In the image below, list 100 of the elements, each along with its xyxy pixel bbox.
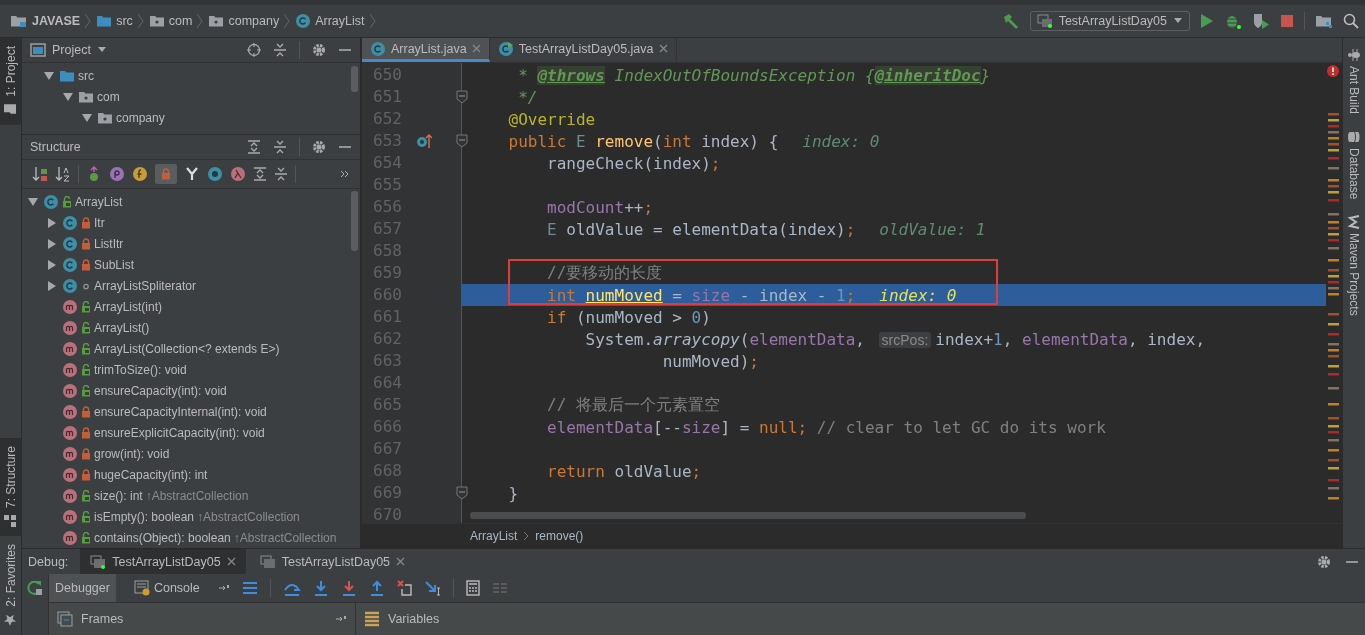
step-into-icon[interactable] <box>312 580 329 596</box>
tree-item[interactable]: company <box>116 110 165 125</box>
expand-arrow-icon[interactable] <box>46 216 58 229</box>
tree-item[interactable]: trimToSize(): void <box>94 362 187 377</box>
tree-item[interactable]: SubList <box>94 257 135 272</box>
tree-item[interactable]: ensureCapacity(int): void <box>94 383 227 398</box>
sort-alphabetically-icon[interactable] <box>55 166 71 182</box>
breadcrumb[interactable]: com <box>168 14 193 28</box>
collapse-arrow-icon[interactable] <box>43 69 55 82</box>
rerun-icon[interactable] <box>27 580 43 596</box>
tree-item[interactable]: grow(int): void <box>94 446 170 461</box>
lambda-icon[interactable] <box>230 166 246 182</box>
tree-item[interactable]: ArrayList() <box>94 320 150 335</box>
code-text: // 将最后一个元素置空 <box>546 394 720 416</box>
expand-all-icon[interactable] <box>253 167 267 181</box>
collapse-arrow-icon[interactable] <box>81 111 93 124</box>
hammer-icon[interactable] <box>1001 12 1020 30</box>
tool-window-tab[interactable]: Maven Projects <box>1343 211 1365 321</box>
tool-window-tab[interactable]: 2: Favorites <box>0 536 21 635</box>
list-icon[interactable] <box>241 581 258 595</box>
folder-icon[interactable] <box>1315 13 1333 29</box>
settings-icon[interactable] <box>312 43 326 57</box>
fold-marker-icon[interactable] <box>456 134 468 148</box>
shield-run-icon[interactable] <box>1252 12 1270 30</box>
tree-item[interactable]: ListItr <box>94 236 124 251</box>
tree-item[interactable]: ArrayList(int) <box>94 299 162 314</box>
run-configuration-dropdown[interactable]: TestArrayListDay05 <box>1029 11 1190 31</box>
expand-arrow-icon[interactable] <box>46 258 58 271</box>
circle-icon[interactable] <box>207 166 223 182</box>
breadcrumb[interactable]: JAVASE <box>32 14 81 28</box>
breadcrumb[interactable]: company <box>228 14 280 28</box>
breadcrumb[interactable]: ArrayList <box>315 14 365 28</box>
chevron-icon <box>368 13 377 29</box>
settings-icon[interactable] <box>312 140 326 154</box>
pin-icon[interactable] <box>217 583 230 593</box>
tree-item[interactable]: ArrayList <box>75 194 123 209</box>
step-out-icon[interactable] <box>368 580 385 596</box>
force-step-into-icon[interactable] <box>340 580 357 596</box>
hierarchy-icon[interactable] <box>184 166 200 182</box>
tree-item[interactable]: ensureExplicitCapacity(int): void <box>94 425 265 440</box>
tree-item[interactable]: contains(Object): boolean <box>94 530 231 545</box>
chevron-icon <box>136 13 145 29</box>
expand-arrow-icon[interactable] <box>46 279 58 292</box>
tree-item[interactable]: size(): int <box>94 488 143 503</box>
expand-arrow-icon[interactable] <box>46 237 58 250</box>
collapse-arrow-icon[interactable] <box>62 90 74 103</box>
breadcrumb[interactable]: remove() <box>535 529 584 543</box>
override-marker-icon[interactable] <box>416 133 432 149</box>
run-to-cursor-icon[interactable] <box>424 580 441 596</box>
scrollbar[interactable] <box>351 191 358 251</box>
expand-all-icon[interactable] <box>247 140 261 154</box>
open-lock-icon <box>81 384 91 397</box>
editor-tab[interactable]: ArrayList.java <box>362 38 490 62</box>
fold-marker-icon[interactable] <box>456 486 468 500</box>
collapse-all-icon[interactable] <box>273 43 287 57</box>
sort-by-visibility-icon[interactable] <box>32 166 48 182</box>
tree-item[interactable]: Itr <box>94 215 105 230</box>
tree-item[interactable]: ArrayListSpliterator <box>94 278 197 293</box>
debugger-tab[interactable]: Debugger <box>49 574 116 602</box>
close-icon[interactable] <box>226 557 236 566</box>
field-icon[interactable] <box>132 166 148 182</box>
scrollbar[interactable] <box>351 66 358 92</box>
collapse-arrow-icon[interactable] <box>27 195 39 208</box>
property-icon[interactable] <box>109 166 125 182</box>
debug-session-tab[interactable]: TestArrayListDay05 <box>80 549 246 574</box>
breadcrumb[interactable]: ArrayList <box>470 529 518 543</box>
collapse-all-icon[interactable] <box>274 167 288 181</box>
tree-item[interactable]: ensureCapacityInternal(int): void <box>94 404 267 419</box>
settings-icon[interactable] <box>1317 554 1331 569</box>
tool-window-tab[interactable]: Ant Build <box>1343 44 1365 119</box>
run-icon[interactable] <box>1200 13 1214 29</box>
collapse-all-icon[interactable] <box>273 140 287 154</box>
debug-session-tab[interactable]: TestArrayListDay05 <box>249 549 416 574</box>
caret-icon[interactable] <box>96 46 107 54</box>
tree-item[interactable]: ArrayList(Collection<? extends E>) <box>94 341 280 356</box>
editor-tab[interactable]: TestArrayListDay05.java <box>489 38 677 62</box>
debugger-tab[interactable]: Console <box>127 574 206 602</box>
breadcrumb[interactable]: src <box>116 14 133 28</box>
tree-item[interactable]: src <box>78 68 94 83</box>
stop-icon[interactable] <box>1280 14 1294 28</box>
tree-item[interactable]: com <box>97 89 120 104</box>
pin-icon[interactable] <box>335 614 347 624</box>
tool-window-tab[interactable]: 1: Project <box>0 38 21 125</box>
locate-icon[interactable] <box>247 43 261 57</box>
drop-frame-icon[interactable] <box>396 580 413 596</box>
calculator-icon[interactable] <box>465 580 480 596</box>
code-text: numMoved); <box>661 351 759 371</box>
tool-window-tab[interactable]: 7: Structure <box>0 438 21 537</box>
tree-item[interactable]: isEmpty(): boolean <box>94 509 195 524</box>
close-icon[interactable] <box>396 557 406 566</box>
horizontal-scrollbar[interactable] <box>470 512 1026 519</box>
inherited-from-label: ↑AbstractCollection <box>145 488 249 503</box>
method-icon <box>62 319 78 336</box>
close-icon[interactable] <box>471 44 481 53</box>
close-icon[interactable] <box>658 44 668 53</box>
fold-marker-icon[interactable] <box>456 90 468 104</box>
more-icon[interactable] <box>340 169 350 179</box>
search-icon[interactable] <box>1343 13 1359 29</box>
tool-window-tab[interactable]: Database <box>1343 126 1365 204</box>
tree-item[interactable]: hugeCapacity(int): int <box>94 467 208 482</box>
